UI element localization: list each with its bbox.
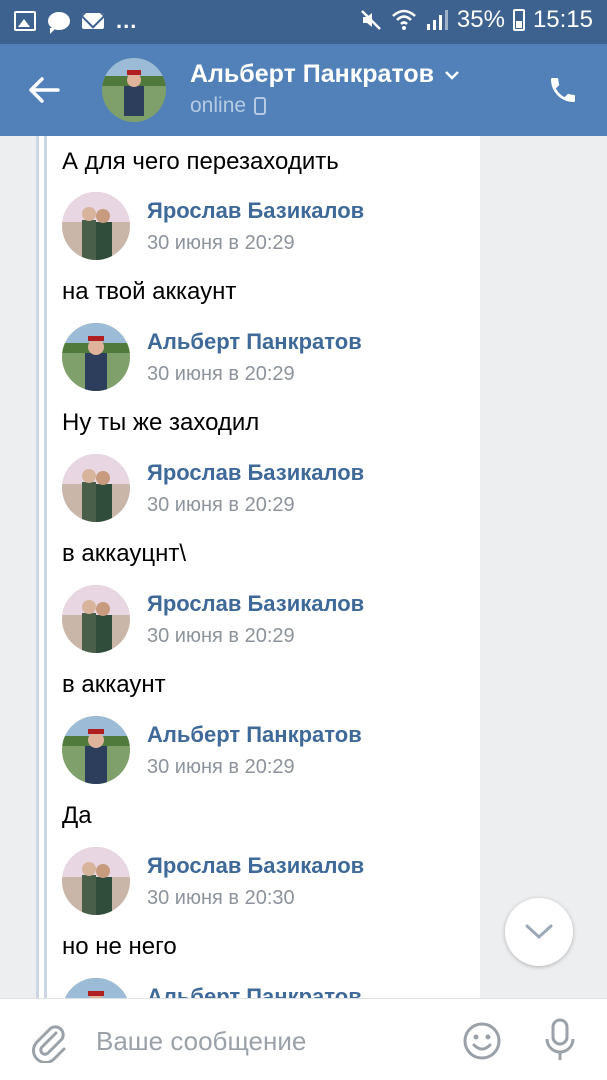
sender-name[interactable]: Ярослав Базикалов	[147, 460, 364, 486]
sender-name[interactable]: Альберт Панкратов	[147, 722, 362, 748]
message-text: но не него	[62, 933, 177, 960]
message-time: 30 июня в 20:30	[147, 887, 295, 909]
chat-header: Альберт Панкратов online	[0, 44, 607, 136]
smiley-icon	[463, 1022, 501, 1060]
paperclip-icon	[32, 1025, 66, 1064]
contact-avatar[interactable]	[102, 58, 166, 122]
battery-icon	[512, 9, 525, 31]
mail-notification-icon	[82, 13, 104, 29]
message-text: Ну ты же заходил	[62, 409, 260, 436]
sender-row[interactable]: Ярослав Базикалов 30 июня в 20:30	[62, 847, 462, 917]
microphone-icon	[545, 1018, 575, 1060]
message-text: Да	[62, 802, 92, 829]
sender-row[interactable]: Ярослав Базикалов 30 июня в 20:29	[62, 585, 462, 655]
microphone-button[interactable]	[540, 1017, 580, 1063]
emoji-button[interactable]	[462, 1021, 502, 1061]
wifi-icon	[392, 9, 416, 30]
message-text: в аккауцнт\	[62, 540, 187, 567]
image-notification-icon	[14, 11, 36, 31]
sender-row[interactable]: Ярослав Базикалов 30 июня в 20:29	[62, 192, 462, 262]
sender-name[interactable]: Ярослав Базикалов	[147, 591, 364, 617]
attach-button[interactable]	[26, 1019, 70, 1064]
mobile-device-icon	[254, 97, 267, 115]
message-input[interactable]	[96, 1021, 446, 1061]
contact-status: online	[190, 94, 267, 118]
sender-row[interactable]: Альберт Панкратов 30 июня в 20:29	[62, 716, 462, 786]
message-time: 30 июня в 20:29	[147, 363, 295, 385]
clock: 15:15	[532, 6, 593, 33]
chevron-down-icon	[525, 924, 553, 940]
avatar[interactable]	[62, 323, 130, 391]
message-area[interactable]: А для чего перезаходить Ярослав Базикало…	[0, 136, 607, 998]
message-time: 30 июня в 20:29	[147, 494, 295, 516]
scroll-down-button[interactable]	[505, 898, 573, 966]
sender-name[interactable]: Ярослав Базикалов	[147, 198, 364, 224]
message-text: А для чего перезаходить	[62, 148, 339, 175]
call-button[interactable]	[541, 68, 585, 112]
avatar[interactable]	[62, 978, 130, 998]
sender-row[interactable]: Альберт Панкратов 30 июня в 20:29	[62, 323, 462, 393]
chevron-down-icon	[445, 70, 459, 80]
avatar[interactable]	[62, 454, 130, 522]
sender-row[interactable]: Альберт Панкратов	[62, 978, 462, 998]
message-time: 30 июня в 20:29	[147, 756, 295, 778]
avatar[interactable]	[62, 192, 130, 260]
forward-indicator-line	[44, 136, 47, 998]
more-notifications: ...	[116, 8, 138, 33]
contact-name[interactable]: Альберт Панкратов	[190, 60, 460, 89]
sender-name[interactable]: Ярослав Базикалов	[147, 853, 364, 879]
composer	[0, 998, 607, 1080]
mute-icon	[361, 10, 381, 30]
sender-row[interactable]: Ярослав Базикалов 30 июня в 20:29	[62, 454, 462, 524]
sender-name[interactable]: Альберт Панкратов	[147, 984, 362, 998]
arrow-left-icon	[29, 77, 60, 103]
message-time: 30 июня в 20:29	[147, 625, 295, 647]
status-bar: ... 35% 15:15	[0, 0, 607, 44]
back-button[interactable]	[20, 66, 68, 114]
message-text: на твой аккаунт	[62, 278, 237, 305]
phone-icon	[551, 78, 575, 102]
avatar[interactable]	[62, 847, 130, 915]
forward-indicator-line	[36, 136, 39, 998]
message-time: 30 июня в 20:29	[147, 232, 295, 254]
message-text: в аккаунт	[62, 671, 166, 698]
battery-percent: 35%	[456, 6, 505, 33]
message-notification-icon	[48, 12, 70, 34]
signal-icon	[426, 10, 448, 30]
avatar[interactable]	[62, 716, 130, 784]
sender-name[interactable]: Альберт Панкратов	[147, 329, 362, 355]
avatar[interactable]	[62, 585, 130, 653]
